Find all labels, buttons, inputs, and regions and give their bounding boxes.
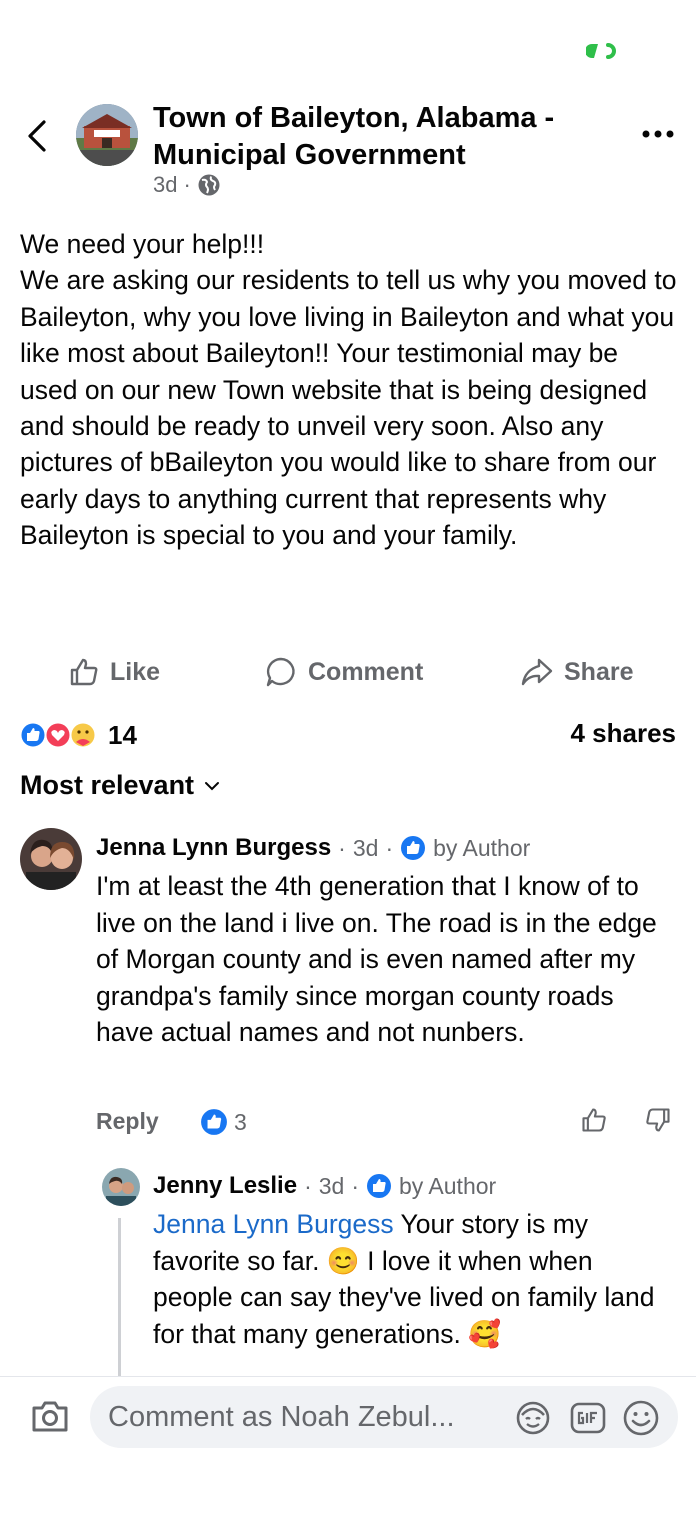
page-avatar[interactable] bbox=[76, 104, 138, 166]
comment-like-summary[interactable]: 3 bbox=[200, 1108, 247, 1136]
thread-line bbox=[118, 1218, 121, 1378]
reaction-icons bbox=[20, 721, 97, 749]
post-time[interactable]: 3d bbox=[153, 172, 177, 198]
comment-input-placeholder: Comment as Noah Zebul... bbox=[108, 1401, 455, 1433]
like-button[interactable]: Like bbox=[68, 650, 160, 694]
like-reaction-icon bbox=[20, 721, 47, 749]
downvote-button[interactable] bbox=[644, 1106, 672, 1139]
comment-bubble-icon bbox=[266, 657, 295, 687]
commenter-name[interactable]: Jenna Lynn Burgess bbox=[96, 834, 331, 862]
comment-header: Jenna Lynn Burgess · 3d · by Author bbox=[96, 834, 530, 862]
author-badge: by Author bbox=[399, 1172, 497, 1199]
meta-separator: · bbox=[351, 1172, 360, 1199]
love-face-emoji: 🥰 bbox=[468, 1318, 502, 1349]
meta-separator: · bbox=[304, 1172, 312, 1199]
post-body: We need your help!!! We are asking our r… bbox=[20, 229, 677, 551]
comment-text: I'm at least the 4th generation that I k… bbox=[96, 871, 657, 1047]
camera-icon bbox=[32, 1401, 68, 1432]
like-reaction-icon bbox=[201, 1109, 227, 1135]
author-like-icon bbox=[367, 1174, 392, 1198]
battery-icon bbox=[585, 42, 618, 60]
sort-label: Most relevant bbox=[20, 770, 195, 800]
page-name[interactable]: Town of Baileyton, Alabama - Municipal G… bbox=[153, 100, 613, 174]
globe-icon bbox=[198, 174, 220, 196]
mention-link[interactable]: Jenna Lynn Burgess bbox=[153, 1209, 394, 1239]
post-action-bar: Like Comment Share bbox=[0, 650, 696, 694]
post-meta: 3d · bbox=[153, 172, 221, 198]
comment-like-count: 3 bbox=[234, 1108, 247, 1135]
ellipsis-icon bbox=[642, 130, 674, 138]
chevron-left-icon bbox=[28, 120, 46, 152]
share-count[interactable]: 4 shares bbox=[570, 718, 676, 749]
author-like-icon bbox=[401, 836, 426, 860]
reply-header: Jenny Leslie · 3d · by Author bbox=[153, 1172, 496, 1200]
share-button[interactable]: Share bbox=[520, 650, 633, 694]
comment-button[interactable]: Comment bbox=[264, 650, 423, 694]
smile-emoji: 😊 bbox=[326, 1245, 360, 1276]
avatar-sticker-button[interactable] bbox=[514, 1399, 552, 1442]
commenter-avatar[interactable] bbox=[20, 828, 82, 890]
avatar-sticker-icon bbox=[516, 1401, 550, 1435]
smiley-icon bbox=[623, 1400, 659, 1436]
gif-button[interactable] bbox=[569, 1401, 607, 1440]
comment-label: Comment bbox=[308, 657, 424, 686]
like-label: Like bbox=[110, 657, 161, 686]
reply-button[interactable]: Reply bbox=[96, 1108, 159, 1135]
love-reaction-icon bbox=[44, 721, 72, 749]
thumbs-up-outline-icon bbox=[582, 1108, 606, 1132]
reaction-count: 14 bbox=[108, 719, 137, 750]
reply-time: 3d bbox=[318, 1172, 345, 1199]
share-arrow-icon bbox=[521, 658, 553, 686]
reply-commenter-avatar[interactable] bbox=[102, 1168, 140, 1206]
comment-sort-dropdown[interactable]: Most relevant bbox=[20, 770, 220, 801]
reactions-summary[interactable]: 14 bbox=[20, 718, 137, 752]
care-reaction-icon bbox=[69, 721, 97, 749]
author-badge: by Author bbox=[433, 834, 531, 861]
meta-separator: · bbox=[385, 834, 394, 861]
thumbs-down-outline-icon bbox=[646, 1108, 670, 1132]
back-button[interactable] bbox=[24, 118, 52, 154]
emoji-button[interactable] bbox=[622, 1399, 660, 1442]
gif-icon bbox=[570, 1402, 606, 1434]
reply-text: Jenna Lynn Burgess Your story is my favo… bbox=[153, 1206, 673, 1352]
meta-separator: · bbox=[183, 172, 191, 197]
meta-separator: · bbox=[338, 834, 346, 861]
more-options-button[interactable] bbox=[640, 120, 680, 144]
share-label: Share bbox=[564, 657, 634, 686]
thumbs-up-icon bbox=[70, 658, 98, 686]
comment-time: 3d bbox=[352, 834, 379, 861]
chevron-down-icon bbox=[205, 781, 220, 790]
camera-button[interactable] bbox=[30, 1398, 70, 1439]
reply-commenter-name[interactable]: Jenny Leslie bbox=[153, 1172, 297, 1200]
upvote-button[interactable] bbox=[580, 1106, 608, 1139]
